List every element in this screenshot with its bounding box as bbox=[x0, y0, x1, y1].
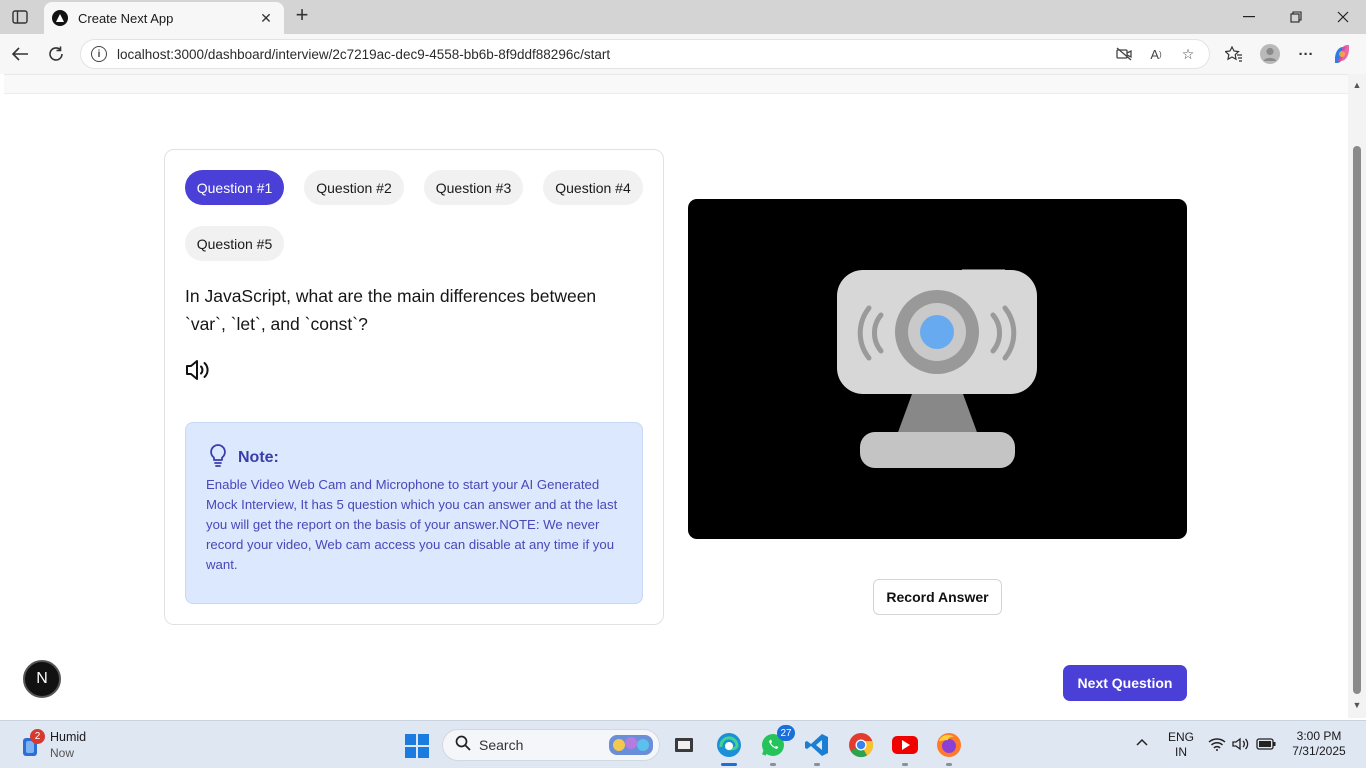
language-indicator[interactable]: ENG IN bbox=[1164, 730, 1198, 760]
record-answer-button[interactable]: Record Answer bbox=[873, 579, 1002, 615]
webcam-panel bbox=[688, 199, 1187, 539]
question-tab-1[interactable]: Question #1 bbox=[185, 170, 284, 205]
firefox-icon[interactable] bbox=[933, 729, 965, 766]
question-tab-5[interactable]: Question #5 bbox=[185, 226, 284, 261]
new-tab-button[interactable]: + bbox=[290, 4, 314, 28]
browser-tab-active[interactable]: Create Next App ✕ bbox=[44, 2, 284, 34]
next-question-button[interactable]: Next Question bbox=[1063, 665, 1187, 701]
minimize-button[interactable] bbox=[1226, 4, 1272, 30]
favorite-star-icon[interactable]: ☆ bbox=[1177, 43, 1199, 65]
weather-widget[interactable]: 2 Humid Now bbox=[14, 727, 124, 763]
search-icon bbox=[455, 735, 471, 756]
clock-date: 7/31/2025 bbox=[1292, 744, 1346, 758]
search-highlight-icon bbox=[607, 733, 655, 762]
back-arrow-icon[interactable] bbox=[8, 42, 32, 66]
clock-time: 3:00 PM bbox=[1296, 729, 1342, 743]
nextjs-favicon-icon bbox=[52, 10, 68, 26]
running-app-indicator bbox=[814, 763, 820, 766]
chrome-icon[interactable] bbox=[845, 729, 877, 761]
camera-blocked-icon[interactable] bbox=[1113, 43, 1135, 65]
running-app-indicator bbox=[770, 763, 776, 766]
nextjs-dev-badge[interactable]: N bbox=[23, 660, 61, 698]
read-aloud-icon[interactable]: A) bbox=[1145, 43, 1167, 65]
weather-title: Humid bbox=[50, 730, 87, 744]
speaker-icon[interactable] bbox=[185, 358, 211, 382]
lightbulb-icon bbox=[208, 443, 228, 472]
scroll-down-icon[interactable]: ▼ bbox=[1352, 700, 1362, 710]
site-info-icon[interactable]: i bbox=[91, 46, 107, 62]
youtube-icon[interactable] bbox=[889, 729, 921, 766]
note-body: Enable Video Web Cam and Microphone to s… bbox=[206, 477, 618, 572]
favorites-icon[interactable] bbox=[1222, 42, 1246, 66]
volume-icon[interactable] bbox=[1232, 737, 1250, 755]
note-box: Note: Enable Video Web Cam and Microphon… bbox=[185, 422, 643, 604]
whatsapp-badge: 27 bbox=[777, 725, 795, 741]
page-scrollbar[interactable]: ▲ ▼ bbox=[1348, 74, 1366, 718]
question-tab-4[interactable]: Question #4 bbox=[543, 170, 643, 205]
battery-icon[interactable] bbox=[1256, 738, 1276, 754]
tab-close-icon[interactable]: ✕ bbox=[256, 10, 276, 27]
browser-toolbar: i localhost:3000/dashboard/interview/2c7… bbox=[0, 34, 1366, 74]
running-app-indicator bbox=[902, 763, 908, 766]
page-viewport: Question #1 Question #2 Question #3 Ques… bbox=[4, 74, 1348, 718]
question-card: Question #1 Question #2 Question #3 Ques… bbox=[164, 149, 664, 625]
whatsapp-icon[interactable]: 27 bbox=[757, 725, 795, 766]
taskbar-search[interactable]: Search bbox=[442, 729, 660, 761]
scroll-thumb[interactable] bbox=[1353, 146, 1361, 694]
browser-tab-bar: Create Next App ✕ + bbox=[0, 0, 1366, 34]
refresh-icon[interactable] bbox=[44, 42, 68, 66]
active-app-indicator bbox=[721, 763, 737, 766]
task-view-icon[interactable] bbox=[668, 729, 700, 761]
question-tab-2[interactable]: Question #2 bbox=[304, 170, 404, 205]
app-header bbox=[4, 75, 1348, 94]
url-text[interactable]: localhost:3000/dashboard/interview/2c721… bbox=[117, 47, 1103, 62]
windows-start-icon[interactable] bbox=[404, 733, 430, 759]
copilot-icon[interactable] bbox=[1330, 42, 1354, 66]
scroll-up-icon[interactable]: ▲ bbox=[1352, 80, 1362, 90]
restore-button[interactable] bbox=[1273, 4, 1319, 30]
question-text: In JavaScript, what are the main differe… bbox=[185, 286, 597, 334]
note-header: Note: bbox=[208, 443, 279, 472]
vscode-icon[interactable] bbox=[801, 729, 833, 766]
tab-title: Create Next App bbox=[78, 10, 174, 26]
webcam-placeholder-icon bbox=[837, 269, 1037, 468]
language-line1: ENG bbox=[1167, 730, 1194, 744]
windows-taskbar: 2 Humid Now Search 27 ENG IN 3:00 PM 7/3… bbox=[0, 720, 1366, 768]
clock[interactable]: 3:00 PM 7/31/2025 bbox=[1286, 729, 1352, 759]
close-window-button[interactable] bbox=[1320, 4, 1366, 30]
wifi-icon[interactable] bbox=[1208, 737, 1226, 755]
weather-subtitle: Now bbox=[50, 746, 75, 760]
running-app-indicator bbox=[946, 763, 952, 766]
language-line2: IN bbox=[1175, 745, 1187, 759]
more-menu-icon[interactable]: ··· bbox=[1294, 42, 1318, 66]
show-hidden-icons[interactable] bbox=[1134, 735, 1150, 750]
notification-badge: 2 bbox=[30, 729, 45, 744]
address-bar[interactable]: i localhost:3000/dashboard/interview/2c7… bbox=[80, 39, 1210, 69]
profile-avatar-icon[interactable] bbox=[1258, 42, 1282, 66]
question-tab-3[interactable]: Question #3 bbox=[424, 170, 523, 205]
edge-browser-icon[interactable] bbox=[713, 729, 745, 766]
note-title: Note: bbox=[238, 448, 279, 466]
sidebar-toggle-icon[interactable] bbox=[8, 6, 32, 28]
search-label: Search bbox=[479, 737, 524, 753]
